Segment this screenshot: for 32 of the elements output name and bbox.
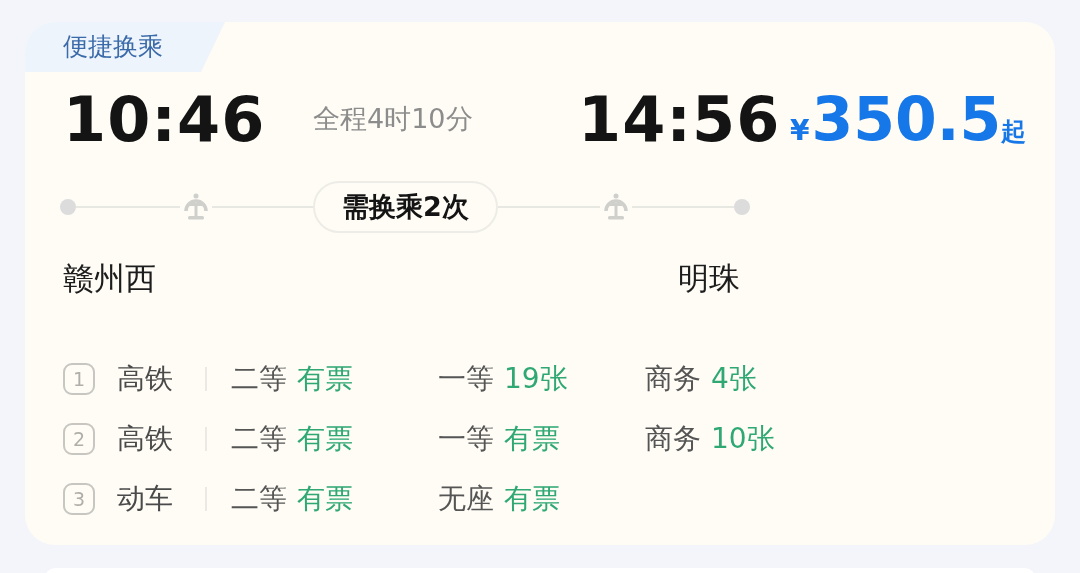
leg-number: 1 xyxy=(63,363,95,395)
seat-availability: 4张 xyxy=(711,362,757,395)
train-type: 动车 xyxy=(117,481,174,517)
duration-text: 全程4时10分 xyxy=(313,102,474,136)
seat-class: 二等 xyxy=(231,422,287,455)
departure-time: 10:46 xyxy=(63,82,267,156)
train-type: 高铁 xyxy=(117,361,174,397)
seat-availability: 有票 xyxy=(297,422,353,455)
arrival-time: 14:56 xyxy=(578,82,782,156)
currency-sign: ¥ xyxy=(790,114,810,147)
seat-availability: 有票 xyxy=(297,482,353,515)
seat-class: 一等 xyxy=(438,422,494,455)
seat-class: 商务 xyxy=(645,422,701,455)
seat-availability: 10张 xyxy=(711,422,775,455)
price-amount: 350.5 xyxy=(811,84,1002,154)
train-type: 高铁 xyxy=(117,421,174,457)
seat-class: 二等 xyxy=(231,482,287,515)
seat-availability: 有票 xyxy=(504,422,560,455)
leg-number: 2 xyxy=(63,423,95,455)
station-name: 赣州西 xyxy=(63,259,157,298)
seat-availability: 有票 xyxy=(297,362,353,395)
price-suffix: 起 xyxy=(1001,117,1027,148)
seat-class: 无座 xyxy=(438,482,494,515)
seat-availability: 有票 xyxy=(504,482,560,515)
leg-number: 3 xyxy=(63,483,95,515)
seat-class: 二等 xyxy=(231,362,287,395)
route-tag: 便捷换乘 xyxy=(25,22,225,72)
transfer-badge: 需换乘2次 xyxy=(313,181,498,233)
seat-availability: 19张 xyxy=(504,362,568,395)
seat-class: 商务 xyxy=(645,362,701,395)
station-name: 明珠 xyxy=(678,259,740,298)
seat-class: 一等 xyxy=(438,362,494,395)
